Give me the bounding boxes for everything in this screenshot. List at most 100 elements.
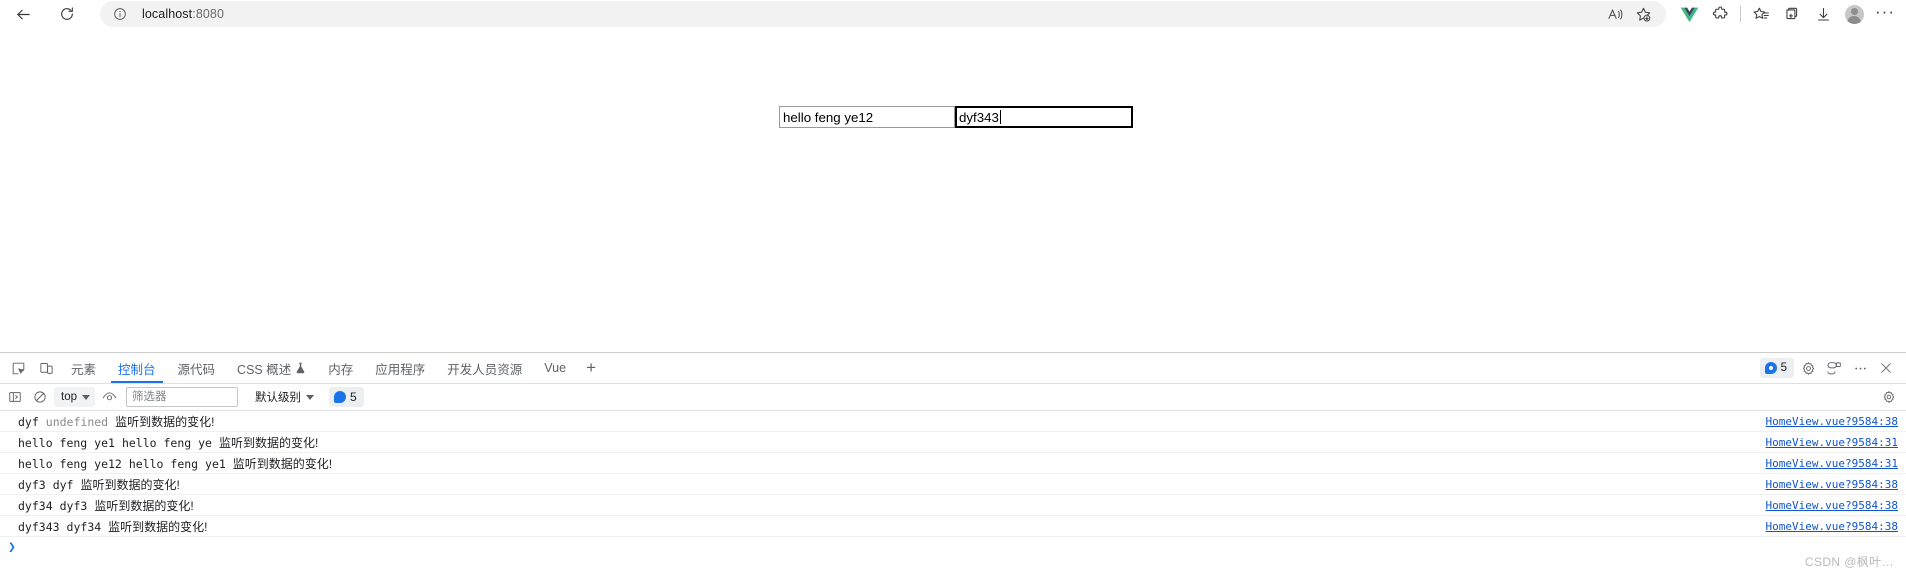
console-filter-input[interactable]: [126, 387, 238, 407]
text-cursor: [999, 110, 1001, 124]
log-level-value: 默认级别: [255, 392, 301, 404]
second-text-input[interactable]: dyf343: [955, 106, 1133, 128]
console-source-link[interactable]: HomeView.vue?9584:31: [1766, 457, 1898, 470]
log-token: dyf343: [18, 519, 60, 534]
settings-gear-icon[interactable]: [1796, 356, 1820, 380]
console-prompt-row[interactable]: ❯: [0, 537, 1906, 558]
downloads-icon[interactable]: [1808, 1, 1838, 27]
execution-context-select[interactable]: top: [54, 387, 95, 407]
console-log-message: dyf3 dyf 监听到数据的变化!: [18, 476, 180, 493]
log-token: undefined: [45, 414, 109, 429]
log-text: 监听到数据的变化!: [115, 414, 215, 429]
eye-icon[interactable]: [98, 386, 120, 408]
tab-css-overview[interactable]: CSS 概述: [226, 353, 317, 383]
log-token: hello feng ye12: [18, 456, 122, 471]
customize-devtools-icon[interactable]: [1822, 356, 1846, 380]
close-devtools-icon[interactable]: [1874, 356, 1898, 380]
message-bubble-icon: [1764, 362, 1777, 374]
console-source-link[interactable]: HomeView.vue?9584:31: [1766, 436, 1898, 449]
omnibox-actions: [1602, 2, 1656, 26]
tab-sources[interactable]: 源代码: [167, 353, 227, 383]
console-log-row[interactable]: dyf undefined 监听到数据的变化! HomeView.vue?958…: [0, 411, 1906, 432]
log-token: hello feng ye: [121, 435, 212, 450]
tab-css-overview-label: CSS 概述: [237, 362, 292, 377]
console-log-row[interactable]: dyf34 dyf3 监听到数据的变化! HomeView.vue?9584:3…: [0, 495, 1906, 516]
extensions-puzzle-icon[interactable]: [1705, 1, 1735, 27]
log-token: dyf: [52, 477, 74, 492]
log-level-select[interactable]: 默认级别: [251, 387, 318, 407]
ellipsis-glyph: ···: [1875, 1, 1895, 21]
toolbar-separator: [1740, 6, 1741, 22]
console-log-message: hello feng ye12 hello feng ye1 监听到数据的变化!: [18, 455, 332, 472]
first-text-input[interactable]: [779, 106, 955, 128]
tab-developer-resources[interactable]: 开发人员资源: [436, 353, 533, 383]
collections-icon[interactable]: [1777, 1, 1807, 27]
log-token: dyf3: [18, 477, 46, 492]
input-row: dyf343: [779, 106, 1133, 128]
reload-button[interactable]: [52, 1, 82, 27]
second-text-input-value: dyf343: [959, 109, 999, 125]
console-prompt-chevron-icon: ❯: [8, 540, 16, 555]
page-viewport: dyf343: [0, 28, 1906, 352]
info-circle-icon[interactable]: [110, 4, 130, 24]
chevron-down-icon: [82, 394, 90, 400]
tab-vue-label: Vue: [544, 361, 567, 375]
inspect-element-icon[interactable]: [4, 355, 32, 381]
devtools-tabbar-actions: 5: [1759, 356, 1906, 380]
message-bubble-icon: [334, 391, 346, 403]
browser-toolbar: localhost:8080 ···: [0, 0, 1906, 28]
console-source-link[interactable]: HomeView.vue?9584:38: [1766, 415, 1898, 428]
console-source-link[interactable]: HomeView.vue?9584:38: [1766, 499, 1898, 512]
log-token: dyf34: [18, 498, 53, 513]
tab-memory[interactable]: 内存: [317, 353, 364, 383]
message-count: 5: [1780, 362, 1787, 374]
clear-console-icon[interactable]: [29, 386, 51, 408]
tab-application[interactable]: 应用程序: [364, 353, 436, 383]
tab-sources-label: 源代码: [177, 362, 216, 377]
more-options-icon[interactable]: [1848, 356, 1872, 380]
console-settings-icon[interactable]: [1878, 386, 1900, 408]
issues-count: 5: [350, 390, 357, 404]
console-source-link[interactable]: HomeView.vue?9584:38: [1766, 520, 1898, 533]
browser-actions: ···: [1674, 1, 1906, 27]
favorites-icon[interactable]: [1746, 1, 1776, 27]
console-sidebar-icon[interactable]: [4, 386, 26, 408]
csdn-watermark: CSDN @枫叶…: [1804, 555, 1894, 569]
tab-vue[interactable]: Vue: [533, 353, 577, 383]
avatar: [1844, 4, 1864, 24]
settings-more-icon[interactable]: ···: [1870, 1, 1900, 27]
add-favorite-icon[interactable]: [1630, 2, 1656, 26]
console-log-row[interactable]: hello feng ye1 hello feng ye 监听到数据的变化! H…: [0, 432, 1906, 453]
log-text: 监听到数据的变化!: [218, 435, 319, 450]
tab-console[interactable]: 控制台: [107, 353, 167, 383]
console-log-message: hello feng ye1 hello feng ye 监听到数据的变化!: [18, 434, 318, 451]
log-text: 监听到数据的变化!: [80, 477, 180, 492]
chevron-down-icon: [306, 394, 314, 400]
console-filter-toolbar: top 默认级别 5: [0, 384, 1906, 411]
tab-elements-label: 元素: [71, 362, 97, 377]
url-port: :8080: [192, 7, 225, 21]
log-token: hello feng ye1: [18, 435, 115, 450]
message-count-badge[interactable]: 5: [1759, 358, 1794, 378]
address-bar[interactable]: localhost:8080: [100, 1, 1666, 27]
console-source-link[interactable]: HomeView.vue?9584:38: [1766, 478, 1898, 491]
profile-avatar-icon[interactable]: [1839, 1, 1869, 27]
log-token: dyf: [18, 414, 39, 429]
console-log-row[interactable]: dyf343 dyf34 监听到数据的变化! HomeView.vue?9584…: [0, 516, 1906, 537]
execution-context-value: top: [61, 391, 77, 403]
issues-count-badge[interactable]: 5: [329, 387, 364, 407]
vue-devtools-icon[interactable]: [1674, 1, 1704, 27]
log-text: 监听到数据的变化!: [94, 498, 194, 513]
tab-application-label: 应用程序: [375, 362, 426, 377]
device-toolbar-icon[interactable]: [32, 355, 60, 381]
read-aloud-icon[interactable]: [1602, 2, 1628, 26]
console-log-row[interactable]: dyf3 dyf 监听到数据的变化! HomeView.vue?9584:38: [0, 474, 1906, 495]
back-button[interactable]: [8, 1, 38, 27]
console-log-message: dyf343 dyf34 监听到数据的变化!: [18, 518, 208, 535]
console-log-row[interactable]: hello feng ye12 hello feng ye1 监听到数据的变化!…: [0, 453, 1906, 474]
devtools-tabbar: 元素 控制台 源代码 CSS 概述 内存 应用程序 开发人员资源 Vue + 5: [0, 353, 1906, 384]
tab-elements[interactable]: 元素: [60, 353, 107, 383]
tab-console-label: 控制台: [118, 362, 156, 377]
console-message-list[interactable]: dyf undefined 监听到数据的变化! HomeView.vue?958…: [0, 411, 1906, 574]
add-tab-button[interactable]: +: [577, 355, 605, 381]
